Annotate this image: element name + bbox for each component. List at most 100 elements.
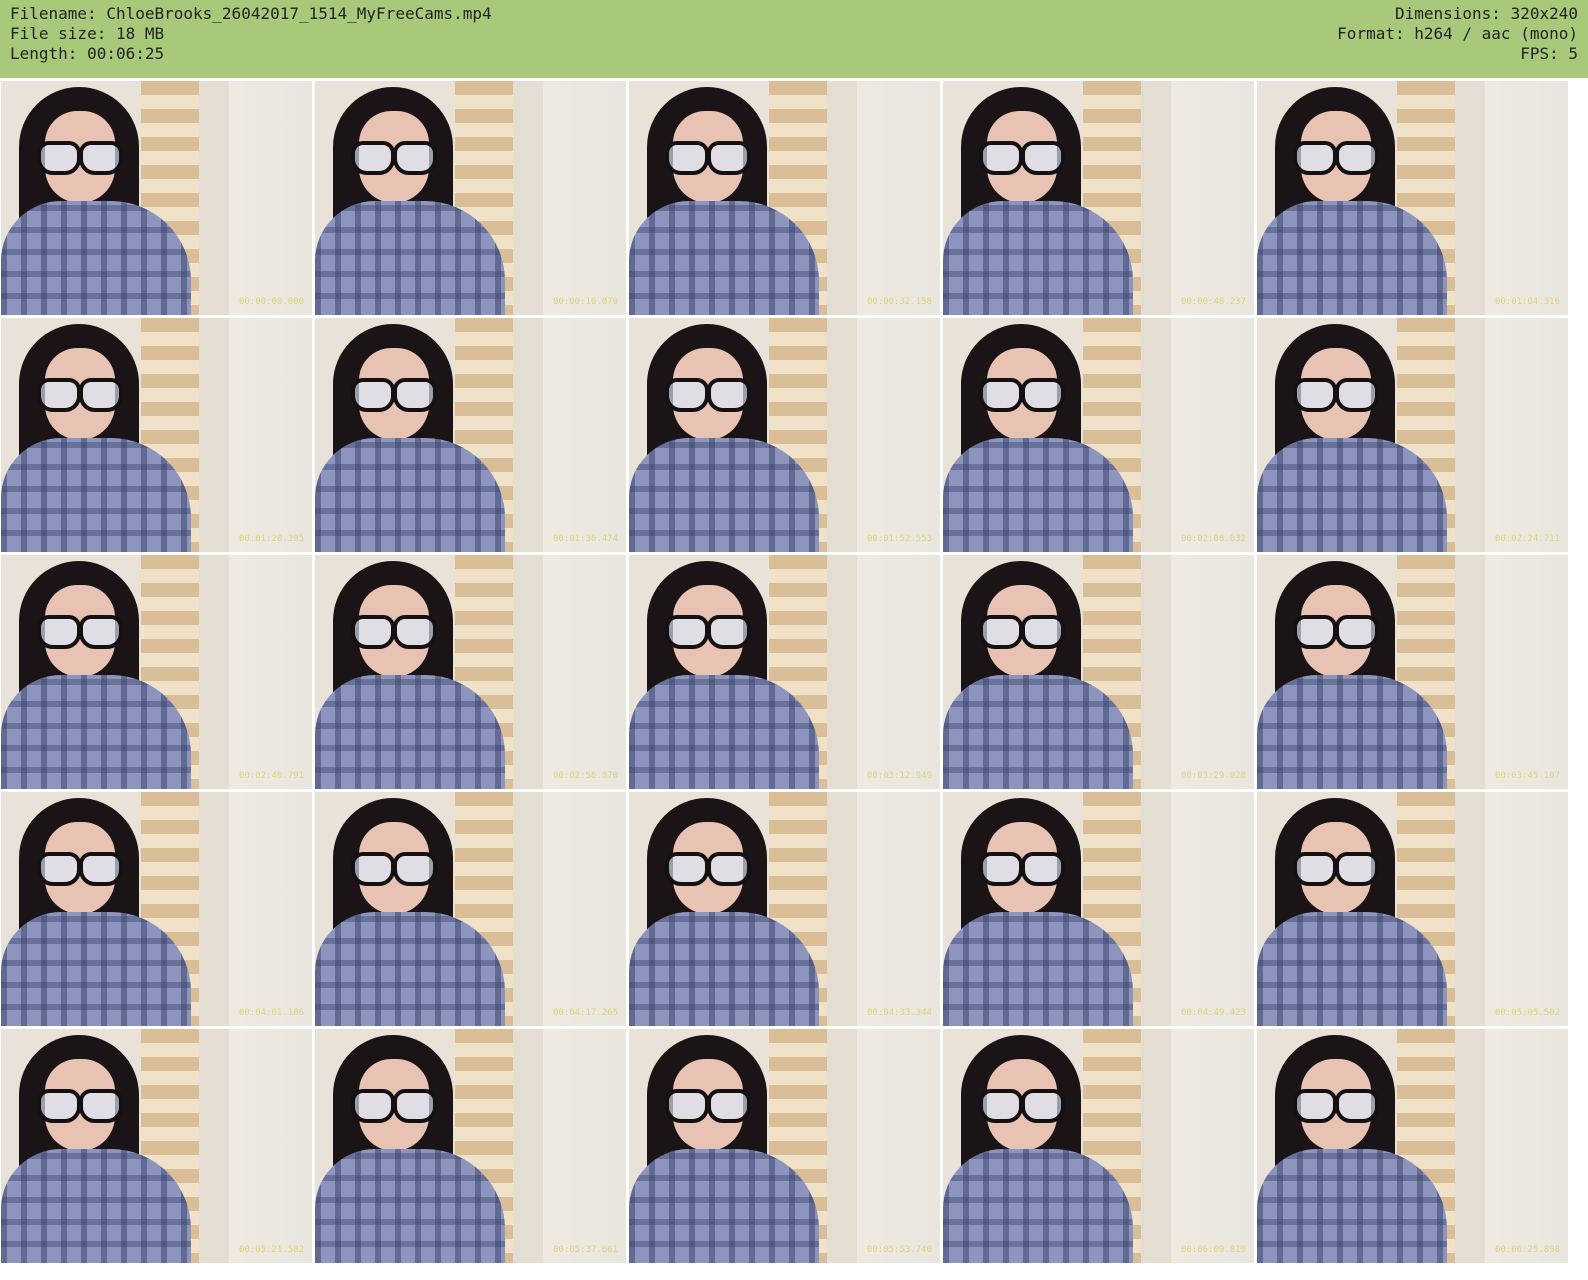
thumbnail-timestamp: 00:02:08.632 <box>1180 534 1246 544</box>
video-thumbnail[interactable]: 00:06:25.898 <box>1257 1029 1568 1263</box>
door <box>1455 1029 1485 1263</box>
video-thumbnail[interactable]: 00:02:40.791 <box>1 555 312 789</box>
filesize-text: File size: 18 MB <box>10 24 165 43</box>
door <box>513 1029 543 1263</box>
door <box>513 555 543 789</box>
thumbnail-timestamp: 00:02:24.711 <box>1494 534 1560 544</box>
thumbnail-timestamp: 00:02:56.870 <box>552 771 618 781</box>
thumbnail-timestamp: 00:01:36.474 <box>552 534 618 544</box>
video-thumbnail[interactable]: 00:01:04.316 <box>1257 81 1568 315</box>
glasses <box>351 1089 437 1123</box>
thumbnail-timestamp: 00:05:53.740 <box>866 1245 932 1255</box>
format-text: Format: h264 / aac (mono) <box>1337 24 1578 43</box>
glasses <box>665 615 751 649</box>
thumbnail-timestamp: 00:03:29.028 <box>1180 771 1246 781</box>
thumbnail-timestamp: 00:00:32.158 <box>866 297 932 307</box>
door <box>827 1029 857 1263</box>
info-header: Filename: ChloeBrooks_26042017_1514_MyFr… <box>0 0 1588 78</box>
door <box>1141 318 1171 552</box>
glasses <box>351 615 437 649</box>
thumbnail-timestamp: 00:04:17.265 <box>552 1008 618 1018</box>
glasses <box>665 378 751 412</box>
thumbnail-timestamp: 00:06:09.819 <box>1180 1245 1246 1255</box>
video-thumbnail[interactable]: 00:01:20.395 <box>1 318 312 552</box>
thumbnail-timestamp: 00:01:52.553 <box>866 534 932 544</box>
video-thumbnail[interactable]: 00:02:08.632 <box>943 318 1254 552</box>
door <box>1455 318 1485 552</box>
video-thumbnail[interactable]: 00:04:33.344 <box>629 792 940 1026</box>
door <box>513 792 543 1026</box>
video-thumbnail[interactable]: 00:04:01.186 <box>1 792 312 1026</box>
glasses <box>37 141 123 175</box>
video-thumbnail[interactable]: 00:04:49.423 <box>943 792 1254 1026</box>
video-thumbnail[interactable]: 00:01:52.553 <box>629 318 940 552</box>
door <box>513 81 543 315</box>
fps-text: FPS: 5 <box>1520 44 1578 63</box>
video-thumbnail[interactable]: 00:00:32.158 <box>629 81 940 315</box>
video-thumbnail[interactable]: 00:02:24.711 <box>1257 318 1568 552</box>
door <box>1141 1029 1171 1263</box>
door <box>199 318 229 552</box>
door <box>199 792 229 1026</box>
glasses <box>1293 378 1379 412</box>
video-thumbnail[interactable]: 00:06:09.819 <box>943 1029 1254 1263</box>
glasses <box>665 141 751 175</box>
thumbnail-timestamp: 00:05:05.502 <box>1494 1008 1560 1018</box>
door <box>1141 81 1171 315</box>
door <box>513 318 543 552</box>
thumbnail-timestamp: 00:01:04.316 <box>1494 297 1560 307</box>
glasses <box>665 852 751 886</box>
door <box>1455 81 1485 315</box>
glasses <box>1293 141 1379 175</box>
glasses <box>979 378 1065 412</box>
door <box>827 81 857 315</box>
door <box>199 555 229 789</box>
thumbnail-timestamp: 00:01:20.395 <box>238 534 304 544</box>
video-thumbnail[interactable]: 00:03:45.107 <box>1257 555 1568 789</box>
thumbnail-timestamp: 00:04:49.423 <box>1180 1008 1246 1018</box>
video-thumbnail[interactable]: 00:01:36.474 <box>315 318 626 552</box>
video-thumbnail[interactable]: 00:04:17.265 <box>315 792 626 1026</box>
glasses <box>979 615 1065 649</box>
glasses <box>351 378 437 412</box>
glasses <box>665 1089 751 1123</box>
door <box>827 555 857 789</box>
filename-text: Filename: ChloeBrooks_26042017_1514_MyFr… <box>10 4 492 23</box>
door <box>1455 555 1485 789</box>
door <box>199 81 229 315</box>
video-thumbnail[interactable]: 00:02:56.870 <box>315 555 626 789</box>
file-info-left: Filename: ChloeBrooks_26042017_1514_MyFr… <box>10 4 492 64</box>
video-thumbnail[interactable]: 00:00:16.079 <box>315 81 626 315</box>
thumbnail-timestamp: 00:06:25.898 <box>1494 1245 1560 1255</box>
video-thumbnail[interactable]: 00:05:37.661 <box>315 1029 626 1263</box>
door <box>827 792 857 1026</box>
length-text: Length: 00:06:25 <box>10 44 165 63</box>
video-thumbnail[interactable]: 00:05:53.740 <box>629 1029 940 1263</box>
video-thumbnail[interactable]: 00:05:21.582 <box>1 1029 312 1263</box>
thumbnail-timestamp: 00:05:37.661 <box>552 1245 618 1255</box>
door <box>1455 792 1485 1026</box>
glasses <box>1293 852 1379 886</box>
video-thumbnail[interactable]: 00:03:29.028 <box>943 555 1254 789</box>
thumbnail-timestamp: 00:04:01.186 <box>238 1008 304 1018</box>
video-thumbnail[interactable]: 00:00:48.237 <box>943 81 1254 315</box>
thumbnail-timestamp: 00:00:16.079 <box>552 297 618 307</box>
glasses <box>37 378 123 412</box>
door <box>1141 555 1171 789</box>
thumbnail-timestamp: 00:05:21.582 <box>238 1245 304 1255</box>
glasses <box>37 852 123 886</box>
glasses <box>979 1089 1065 1123</box>
file-info-right: Dimensions: 320x240 Format: h264 / aac (… <box>1337 4 1578 64</box>
glasses <box>1293 615 1379 649</box>
glasses <box>979 852 1065 886</box>
thumbnail-timestamp: 00:04:33.344 <box>866 1008 932 1018</box>
glasses <box>979 141 1065 175</box>
video-thumbnail[interactable]: 00:00:00.000 <box>1 81 312 315</box>
glasses <box>351 141 437 175</box>
video-thumbnail[interactable]: 00:05:05.502 <box>1257 792 1568 1026</box>
video-thumbnail[interactable]: 00:03:12.949 <box>629 555 940 789</box>
glasses <box>351 852 437 886</box>
thumbnail-timestamp: 00:03:45.107 <box>1494 771 1560 781</box>
glasses <box>37 615 123 649</box>
door <box>199 1029 229 1263</box>
